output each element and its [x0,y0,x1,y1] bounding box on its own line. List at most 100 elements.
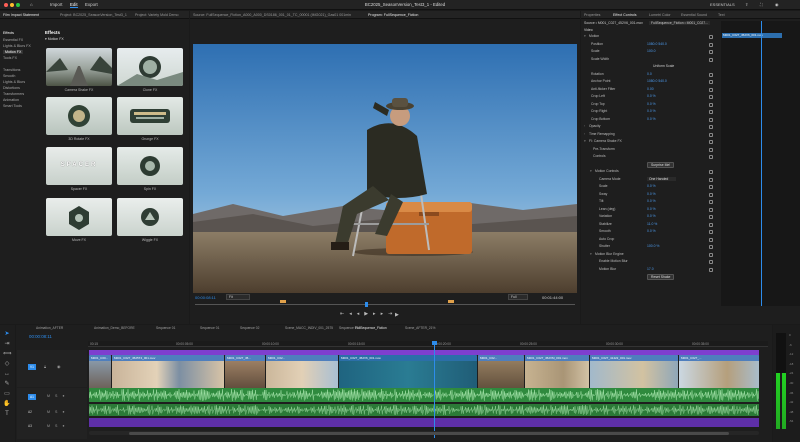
timeline-playhead[interactable] [434,341,435,438]
ec-value[interactable]: 0.0 % [647,184,656,188]
ec-row[interactable]: Motion Blur 17.0 [581,267,797,273]
ec-row[interactable]: Lean (deg) 0.0 % [581,207,797,213]
keyframe-toggle-icon[interactable] [709,87,713,92]
ec-row[interactable]: Crop Bottom 0.0 % [581,117,797,123]
category-effects-root[interactable]: Effects [3,31,14,35]
ec-row[interactable]: Shutter 100.0 % [581,244,797,250]
keyframe-toggle-icon[interactable] [709,230,713,234]
ec-value[interactable]: 0.0 % [647,117,656,121]
keyframe-toggle-icon[interactable] [709,237,713,242]
tab-text[interactable]: Text [718,13,725,17]
chevron-icon[interactable]: ▾ [584,139,586,143]
sequence-tab[interactable]: Sequence 01 [200,326,219,330]
thumb-wiggle[interactable] [117,198,183,236]
monitor-timecode-in[interactable]: 00:00:08:11 [195,295,216,300]
ec-value[interactable]: 100.0 % [647,244,659,248]
keyframe-toggle-icon[interactable] [709,267,713,272]
category-motion-fx[interactable]: Motion FX [3,50,24,54]
ec-row[interactable]: Smooth 0.0 % [581,229,797,235]
zoom-window-icon[interactable] [16,3,20,7]
ec-row[interactable]: Scale 100.0 [581,49,797,55]
keyframe-toggle-icon[interactable] [709,35,713,39]
ripple-edit-icon[interactable]: ⟺ [3,350,12,358]
razor-tool-icon[interactable]: ◇ [3,360,11,368]
keyframe-toggle-icon[interactable] [709,72,713,77]
ec-row[interactable]: Pre-Transform [581,147,797,153]
category-animation[interactable]: Animation [3,98,19,102]
menu-edit[interactable]: Edit [70,2,78,8]
keyframe-toggle-icon[interactable] [709,42,713,47]
tab-lumetri-color[interactable]: Lumetri Color [649,13,671,17]
tab-film-impact[interactable]: Film Impact Statement [3,13,39,17]
share-icon[interactable]: ⇪ [745,2,748,7]
ec-row[interactable]: Auto Crop [581,237,797,243]
ec-value[interactable]: 0.0 % [647,199,656,203]
ec-value[interactable]: 0.0 % [647,102,656,106]
selection-tool-icon[interactable]: ➤ [3,330,11,338]
ec-value[interactable]: 100.0 [647,49,656,53]
keyframe-toggle-icon[interactable] [709,50,713,54]
timeline-timecode[interactable]: 00:00:08:11 [29,334,52,339]
tab-source-monitor[interactable]: Source: FullSequence_Fiction_A000_A000_D… [193,13,351,17]
keyframe-toggle-icon[interactable] [709,260,713,264]
motion-fx-subheader[interactable]: ▾ Motion FX [45,37,64,41]
ec-checkbox-label[interactable]: Uniform Scale [653,64,674,68]
workspace-menu[interactable]: ESSENTIALS [710,2,735,7]
ec-row[interactable]: ▾ Motion Blur Engine [581,252,797,258]
tab-program-monitor[interactable]: Program: FullSequence_Fiction [368,13,418,17]
minimize-window-icon[interactable] [10,3,14,7]
ec-row[interactable]: Scale 0.0 % [581,184,797,190]
ec-row[interactable]: Controls [581,154,797,160]
ec-row[interactable]: Anti-flicker Filter 0.00 [581,87,797,93]
video-clip[interactable]: M001_C027_452VM_001.mov [525,355,589,392]
video-clip[interactable]: M001_C027_41422_001.mov [590,355,678,392]
track-label-a1[interactable]: A1 [28,394,36,400]
sequence-tab[interactable]: FullSequence_Fiction [355,326,387,330]
video-clip[interactable]: M001_C027_452V6_001.mov [339,355,477,392]
timeline-scrollbar[interactable] [89,431,759,435]
fullscreen-icon[interactable]: ⛶ [760,2,763,7]
monitor-playhead[interactable] [365,302,368,307]
marker-orange[interactable] [448,300,454,303]
thumb-grunge[interactable] [117,97,183,135]
pen-tool-icon[interactable]: ✎ [3,380,11,388]
ec-row[interactable]: Position 1080.0 540.0 [581,42,797,48]
ec-row[interactable]: Stabilize 11.0 % [581,222,797,228]
keyframe-toggle-icon[interactable] [709,222,713,227]
keyframe-toggle-icon[interactable] [709,252,713,257]
ec-value[interactable]: 0.0 % [647,214,656,218]
ec-row[interactable]: Anchor Point 1080.0 540.0 [581,79,797,85]
video-clip[interactable]: M001_C027_45... [225,355,265,392]
keyframe-toggle-icon[interactable] [709,147,713,152]
keyframe-toggle-icon[interactable] [709,177,713,182]
ec-row[interactable]: Scale Width [581,57,797,63]
timeline-scroll-thumb[interactable] [129,431,729,435]
keyframe-toggle-icon[interactable] [709,200,713,204]
ec-row[interactable]: Enable Motion Blur [581,259,797,265]
ec-row[interactable]: Crop Top 0.0 % [581,102,797,108]
chevron-icon[interactable]: ▾ [590,169,592,173]
tab-project-main[interactable]: Project: BC2025_SeasonVersion_Test3_1 [60,13,127,17]
audio-clip-a3[interactable] [89,418,759,427]
keyframe-toggle-icon[interactable] [709,110,713,114]
home-icon[interactable]: ⌂ [30,2,33,7]
ec-row[interactable]: Tilt 0.0 % [581,199,797,205]
keyframe-toggle-icon[interactable] [709,155,713,159]
keyframe-toggle-icon[interactable] [709,245,713,249]
ec-value[interactable]: 1080.0 540.0 [647,42,667,46]
ec-row[interactable]: Variation 0.0 % [581,214,797,220]
ec-value[interactable]: 11.0 % [647,222,657,226]
fit-dropdown[interactable]: Fit [226,294,250,300]
ec-row[interactable]: Crop Right 0.0 % [581,109,797,115]
ec-row[interactable]: Sway 0.0 % [581,192,797,198]
category-transitions[interactable]: Transitions [3,68,20,72]
tab-essential-sound[interactable]: Essential Sound [681,13,707,17]
category-lights-blurs[interactable]: Lights & Blurs [3,80,25,84]
sequence-tab[interactable]: Sequence 02 [240,326,259,330]
keyframe-toggle-icon[interactable] [709,132,713,137]
hand-tool-icon[interactable]: ✋ [3,400,11,408]
video-clip[interactable]: M001_C02... [478,355,524,392]
category-smart-tools[interactable]: Smart Tools [3,104,22,108]
keyframe-toggle-icon[interactable] [709,57,713,62]
play-icon[interactable]: ▶ [395,312,399,318]
